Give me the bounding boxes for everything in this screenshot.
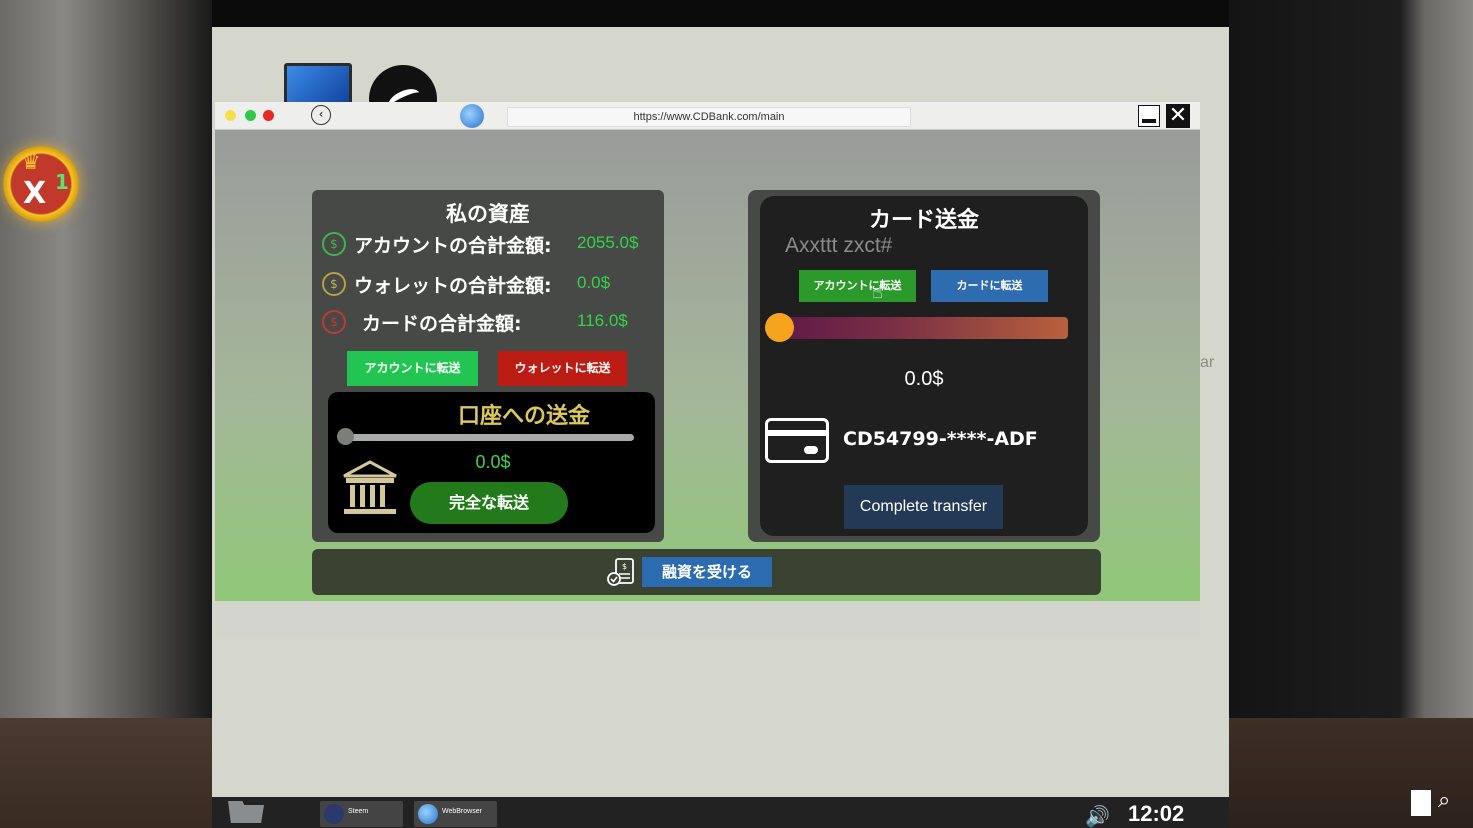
card-transfer-inner: カード送金 Axxttt zxct# アカウントに転送 カードに転送 ☝ 0.0…	[760, 196, 1088, 536]
card-total-label: カードの合計金額:	[362, 313, 522, 335]
taskbar: Steem WebBrowser 🔊 12:02	[212, 797, 1229, 828]
taskbar-item-webbrowser[interactable]: WebBrowser	[414, 801, 497, 827]
transfer-to-wallet-button[interactable]: ウォレットに転送	[498, 351, 627, 386]
game-world-right	[1229, 0, 1473, 828]
card-to-account-button[interactable]: アカウントに転送	[799, 270, 916, 302]
crown-multiplier-badge: ♛ X 1	[3, 146, 79, 222]
bank-page: 私の資産 $ アカウントの合計金額: 2055.0$ $ ウォレットの合計金額:…	[215, 130, 1214, 601]
card-transfer-title: カード送金	[868, 208, 979, 233]
browser-titlebar: ‹ https://www.CDBank.com/main ✕	[215, 102, 1200, 130]
card-number: CD54799-****-ADF	[843, 428, 1038, 450]
url-bar[interactable]: https://www.CDBank.com/main	[507, 107, 911, 127]
globe-icon	[460, 104, 484, 128]
window-maximize-dot[interactable]	[245, 110, 256, 121]
page-footer	[215, 601, 1200, 636]
dollar-coin-icon: $	[322, 272, 346, 296]
credit-card-icon	[765, 418, 829, 463]
search-icon[interactable]: ⌕	[1438, 788, 1450, 813]
browser-window: ‹ https://www.CDBank.com/main ✕ 私の資産 $ ア…	[215, 102, 1214, 636]
account-deposit-box: 口座への送金 0.0$ 完全な転送	[328, 392, 655, 533]
transfer-to-account-button[interactable]: アカウントに転送	[347, 351, 478, 386]
hand-cursor-icon: ☝	[872, 282, 883, 303]
card-amount-slider[interactable]	[777, 317, 1068, 339]
deposit-amount: 0.0$	[475, 452, 511, 472]
wallet-total-value: 0.0$	[577, 273, 611, 292]
globe-icon	[418, 804, 438, 824]
taskbar-item-label: Steem	[348, 808, 369, 815]
dollar-coin-icon: $	[322, 310, 346, 334]
multiplier-count: 1	[55, 170, 69, 194]
close-button[interactable]: ✕	[1166, 104, 1190, 128]
assets-title: 私の資産	[446, 202, 530, 226]
dollar-coin-icon: $	[322, 232, 346, 256]
window-close-dot[interactable]	[263, 110, 274, 121]
my-assets-panel: 私の資産 $ アカウントの合計金額: 2055.0$ $ ウォレットの合計金額:…	[312, 190, 664, 542]
card-transfer-panel: カード送金 Axxttt zxct# アカウントに転送 カードに転送 ☝ 0.0…	[748, 190, 1100, 542]
wallet-total-label: ウォレットの合計金額:	[354, 275, 552, 297]
card-total-value: 116.0$	[577, 311, 628, 330]
account-total-value: 2055.0$	[577, 233, 639, 252]
svg-text:$: $	[622, 562, 627, 571]
taskbar-item-steem[interactable]: Steem	[320, 801, 403, 827]
taskbar-clock: 12:02	[1128, 801, 1185, 826]
minimize-button[interactable]	[1138, 105, 1160, 127]
bank-icon	[343, 460, 397, 514]
card-name-input[interactable]: Axxttt zxct#	[785, 234, 1035, 258]
account-total-label: アカウントの合計金額:	[354, 235, 552, 257]
complete-card-transfer-button[interactable]: Complete transfer	[844, 485, 1003, 529]
loan-document-icon: $	[607, 558, 634, 586]
multiplier-label: X	[23, 176, 47, 211]
floor-left	[0, 718, 212, 828]
folder-icon[interactable]	[228, 801, 264, 823]
window-minimize-dot[interactable]	[225, 110, 236, 121]
complete-transfer-button[interactable]: 完全な転送	[410, 482, 568, 524]
taskbar-item-label: WebBrowser	[442, 808, 482, 815]
game-world-left	[0, 0, 212, 828]
deposit-slider-knob[interactable]	[337, 428, 354, 445]
exit-door-icon[interactable]	[1411, 790, 1431, 816]
edge-text: ar	[1200, 354, 1215, 371]
deposit-slider-track[interactable]	[346, 434, 634, 441]
loan-bar: $ 融資を受ける	[312, 549, 1101, 595]
deposit-title: 口座への送金	[458, 404, 591, 429]
card-to-card-button[interactable]: カードに転送	[931, 270, 1048, 302]
back-arrow-icon[interactable]: ‹	[311, 105, 331, 125]
floor-right	[1229, 718, 1473, 828]
crown-icon: ♛	[21, 150, 41, 175]
speaker-icon[interactable]: 🔊	[1085, 804, 1110, 828]
get-loan-button[interactable]: 融資を受ける	[642, 557, 772, 587]
card-amount-slider-knob[interactable]	[765, 313, 794, 342]
card-transfer-amount: 0.0$	[904, 368, 944, 390]
steem-icon	[324, 804, 344, 824]
